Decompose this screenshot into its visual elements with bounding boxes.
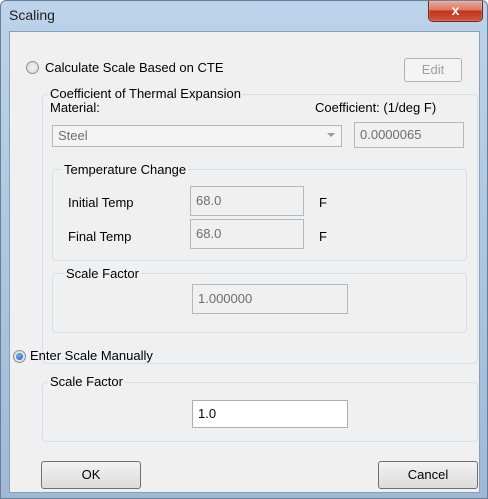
final-temp-label: Final Temp	[68, 229, 132, 244]
initial-temp-value: 68.0	[196, 193, 222, 208]
cte-scale-factor-field[interactable]: 1.000000	[192, 284, 348, 314]
cancel-button[interactable]: Cancel	[378, 461, 478, 489]
initial-temp-label: Initial Temp	[68, 195, 134, 210]
edit-button-label: Edit	[421, 62, 445, 77]
final-temp-value: 68.0	[196, 226, 222, 241]
radio-icon[interactable]	[13, 350, 26, 363]
edit-button[interactable]: Edit	[404, 58, 462, 82]
scaling-dialog: Scaling x Calculate Scale Based on CTE E…	[0, 0, 488, 499]
temperature-group-title: Temperature Change	[62, 162, 189, 177]
title-bar[interactable]: Scaling x	[1, 1, 487, 31]
coefficient-value: 0.0000065	[360, 127, 422, 142]
initial-temp-unit: F	[319, 195, 327, 210]
ok-button-label: OK	[81, 467, 101, 482]
radio-icon[interactable]	[26, 61, 39, 74]
material-value: Steel	[58, 128, 88, 143]
cte-scale-factor-title: Scale Factor	[64, 266, 141, 281]
manual-scale-factor-input[interactable]: 1.0	[192, 400, 348, 428]
dialog-body: Calculate Scale Based on CTE Edit Coeffi…	[9, 31, 480, 493]
manual-scale-factor-title: Scale Factor	[48, 374, 125, 389]
chevron-down-icon	[327, 133, 335, 137]
material-label: Material:	[50, 100, 100, 115]
cancel-button-label: Cancel	[407, 467, 449, 482]
coefficient-label: Coefficient: (1/deg F)	[315, 100, 437, 115]
ok-button[interactable]: OK	[41, 461, 141, 489]
material-dropdown[interactable]: Steel	[52, 125, 342, 147]
close-button[interactable]: x	[428, 1, 483, 22]
cte-group-title: Coefficient of Thermal Expansion	[48, 86, 244, 101]
cte-radio-label[interactable]: Calculate Scale Based on CTE	[45, 60, 223, 75]
initial-temp-field[interactable]: 68.0	[190, 186, 304, 216]
final-temp-unit: F	[319, 229, 327, 244]
window-title: Scaling	[9, 7, 55, 23]
coefficient-field[interactable]: 0.0000065	[354, 122, 464, 148]
manual-scale-factor-value: 1.0	[198, 406, 217, 421]
close-icon: x	[451, 2, 460, 18]
manual-radio-label[interactable]: Enter Scale Manually	[30, 348, 153, 363]
cte-scale-factor-value: 1.000000	[198, 291, 253, 306]
final-temp-field[interactable]: 68.0	[190, 219, 304, 249]
